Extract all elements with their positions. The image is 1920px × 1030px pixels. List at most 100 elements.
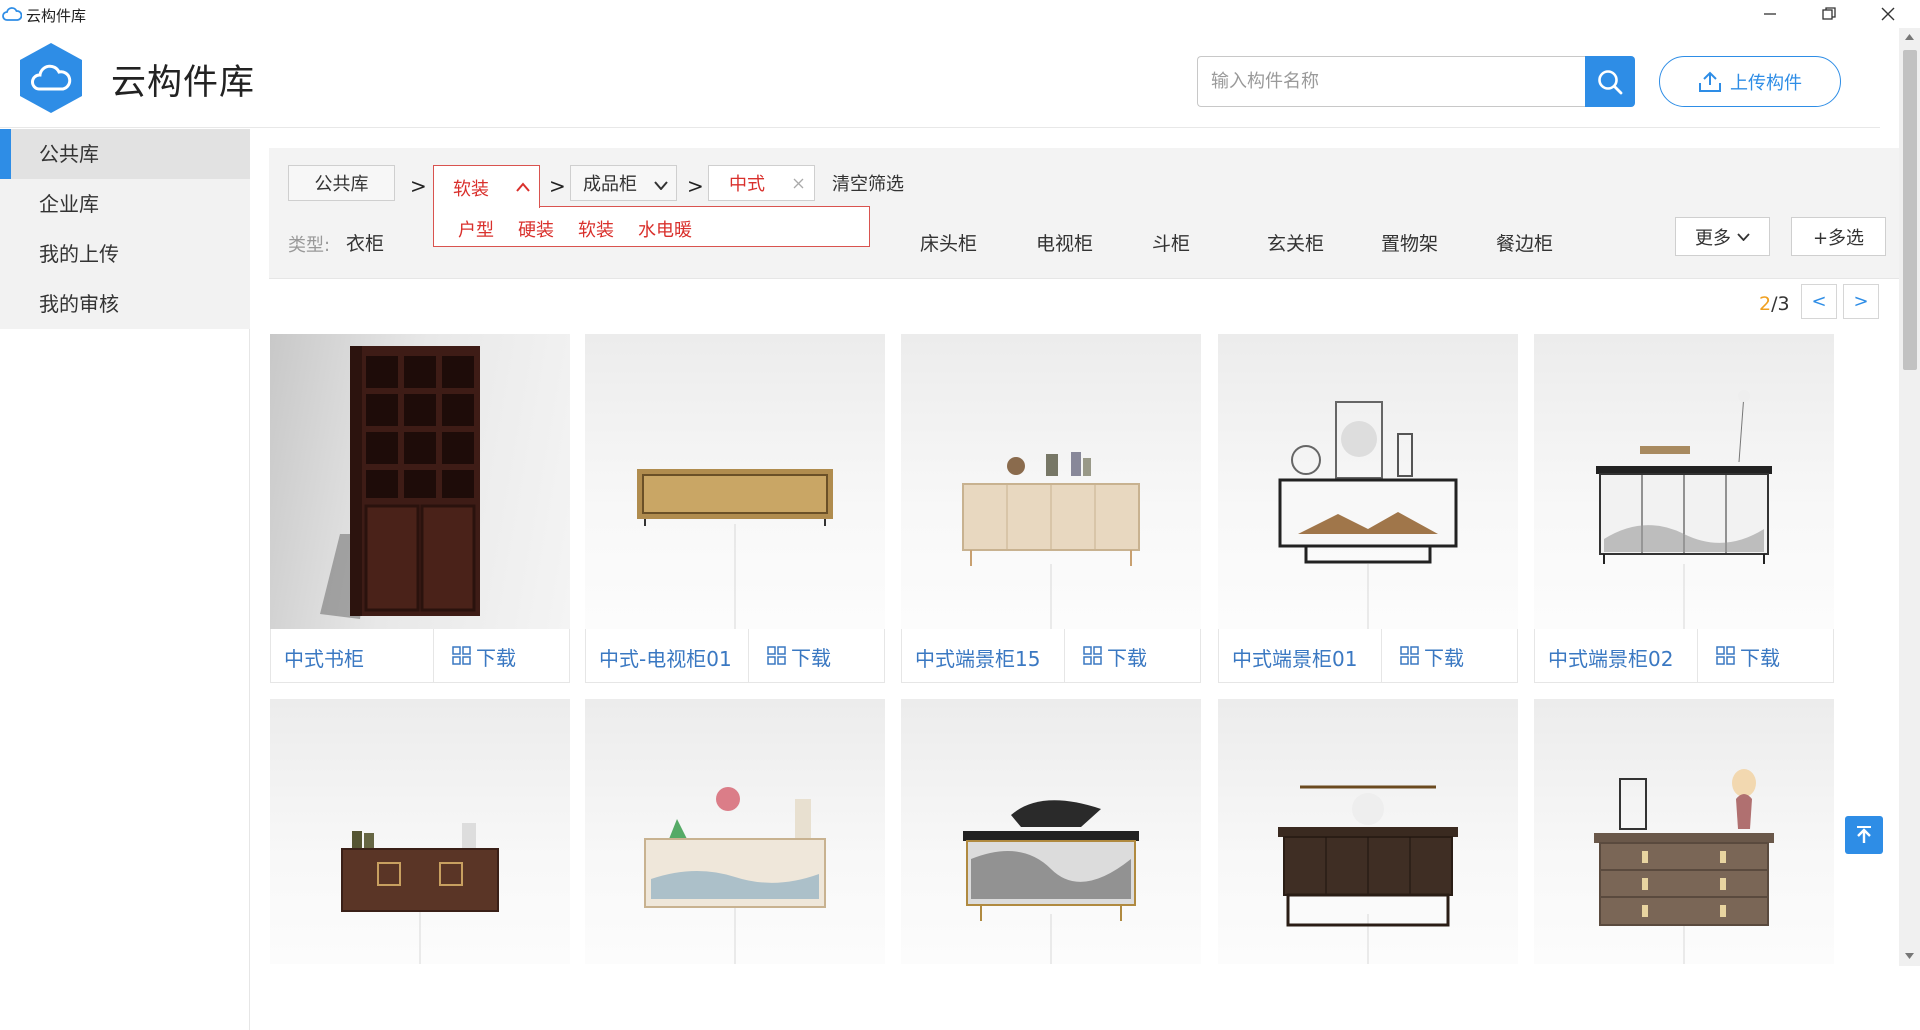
component-card[interactable] [270,699,570,964]
crumb-chinese-style[interactable]: 中式 [708,165,815,201]
product-thumbnail[interactable] [1534,699,1834,964]
component-card[interactable] [901,699,1201,964]
component-card[interactable]: 中式书柜 下载 [270,334,570,683]
type-item[interactable]: 电视柜 [1036,229,1093,256]
product-thumbnail[interactable] [585,334,885,629]
vertical-scrollbar[interactable] [1899,28,1920,966]
download-button[interactable]: 下载 [748,629,886,683]
dropdown-option[interactable]: 水电暖 [638,216,692,242]
component-name[interactable]: 中式端景柜02 [1548,643,1673,672]
crumb-separator-icon: > [410,174,427,198]
next-page-button[interactable]: > [1843,284,1879,319]
bookcase-image [320,346,480,619]
tv-cabinet-image [637,469,833,629]
download-grid-icon [452,646,471,665]
arrow-up-icon [1857,826,1871,843]
current-page: 2 [1759,293,1772,315]
dropdown-option[interactable]: 软装 [578,216,614,242]
component-name[interactable]: 中式-电视柜01 [599,643,732,672]
upload-icon [1699,71,1721,92]
restore-button[interactable] [1801,0,1857,28]
sideboard-image [962,452,1140,629]
download-button[interactable]: 下载 [1697,629,1835,683]
product-thumbnail[interactable] [270,334,570,629]
scroll-down-icon[interactable] [1904,952,1915,960]
scroll-up-icon[interactable] [1904,33,1915,41]
minimize-button[interactable] [1742,0,1798,28]
component-card[interactable] [1534,699,1834,964]
crumb-softdecor-open[interactable]: 软装 [433,165,540,208]
upload-component-button[interactable]: 上传构件 [1659,56,1841,107]
type-item[interactable]: 斗柜 [1152,229,1190,256]
type-item[interactable]: 餐边柜 [1496,229,1553,256]
component-card[interactable] [1218,699,1518,964]
type-item[interactable]: 玄关柜 [1267,229,1324,256]
sidebar-item-my-uploads[interactable]: 我的上传 [0,229,250,279]
close-button[interactable] [1860,0,1916,28]
window-title: 云构件库 [26,7,87,25]
sideboard-image [341,823,499,964]
component-name[interactable]: 中式端景柜15 [915,643,1040,672]
product-thumbnail[interactable] [901,334,1201,629]
component-card[interactable]: 中式端景柜02 下载 [1534,334,1834,683]
crumb-public[interactable]: 公共库 [288,165,395,201]
more-types-button[interactable]: 更多 [1675,217,1770,256]
sidebar-item-enterprise[interactable]: 企业库 [0,179,250,229]
chevron-up-icon [516,182,530,192]
component-card[interactable]: 中式端景柜01 下载 [1218,334,1518,683]
upload-label: 上传构件 [1730,72,1802,94]
sideboard-image [644,787,826,964]
component-name[interactable]: 中式书柜 [284,643,364,672]
type-item[interactable]: 置物架 [1381,229,1438,256]
clear-filter-link[interactable]: 清空筛选 [832,170,904,196]
dropdown-option[interactable]: 硬装 [518,216,554,242]
app-header: 云构件库 上传构件 [0,28,1880,128]
restore-icon [1822,7,1836,20]
sidebar-item-public[interactable]: 公共库 [0,129,250,179]
component-card[interactable]: 中式端景柜15 下载 [901,334,1201,683]
console-image [1278,401,1458,629]
close-icon[interactable] [793,178,804,189]
console-image [1596,390,1772,629]
type-item[interactable]: 衣柜 [346,229,384,256]
product-thumbnail[interactable] [585,699,885,964]
softdecor-dropdown: 户型 硬装 软装 水电暖 [433,206,870,247]
product-thumbnail[interactable] [901,699,1201,964]
prev-page-button[interactable]: < [1801,284,1837,319]
download-grid-icon [1083,646,1102,665]
sidebar: 公共库 企业库 我的上传 我的审核 [0,129,250,1030]
page-indicator: 2/3 [1759,293,1790,315]
back-to-top-button[interactable] [1845,816,1883,854]
product-thumbnail[interactable] [1218,699,1518,964]
download-button[interactable]: 下载 [433,629,571,683]
sideboard-image [1278,785,1458,964]
cloud-app-icon [2,7,22,21]
minimize-icon [1764,13,1776,15]
search-button[interactable] [1585,56,1635,107]
scrollbar-thumb[interactable] [1903,50,1917,370]
dropdown-option[interactable]: 户型 [458,216,494,242]
download-button[interactable]: 下载 [1381,629,1519,683]
product-thumbnail[interactable] [270,699,570,964]
type-label: 类型: [288,235,331,256]
chevron-down-icon [654,181,668,190]
download-button[interactable]: 下载 [1064,629,1202,683]
type-item[interactable]: 床头柜 [920,229,977,256]
component-card[interactable] [585,699,885,964]
crumb-cabinet-dropdown[interactable]: 成品柜 [570,165,677,201]
download-grid-icon [1716,646,1735,665]
component-name[interactable]: 中式端景柜01 [1232,643,1357,672]
total-pages: /3 [1771,293,1790,315]
crumb-separator-icon: > [549,174,566,198]
brand-title: 云构件库 [111,63,256,103]
crumb-separator-icon: > [687,174,704,198]
multi-select-button[interactable]: +多选 [1791,217,1886,256]
chevron-down-icon [1737,232,1750,241]
search-input[interactable] [1197,56,1586,107]
sidebar-item-my-reviews[interactable]: 我的审核 [0,279,250,329]
close-icon [1881,7,1895,21]
component-card[interactable]: 中式-电视柜01 下载 [585,334,885,683]
search-icon [1598,69,1623,94]
product-thumbnail[interactable] [1218,334,1518,629]
product-thumbnail[interactable] [1534,334,1834,629]
